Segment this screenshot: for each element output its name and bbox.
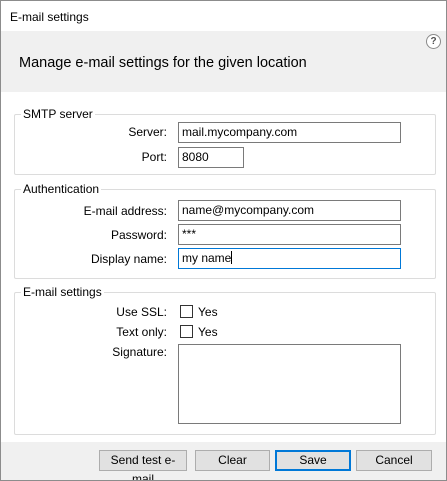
help-icon[interactable]: ? <box>426 34 441 49</box>
email-settings-legend: E-mail settings <box>21 285 104 299</box>
display-name-label: Display name: <box>90 252 167 266</box>
password-label: Password: <box>110 228 167 242</box>
text-only-checkbox[interactable] <box>180 325 193 338</box>
dialog-content: SMTP server Server: mail.mycompany.com P… <box>1 92 446 442</box>
cancel-button[interactable]: Cancel <box>356 450 432 471</box>
use-ssl-option-label[interactable]: Yes <box>198 305 218 319</box>
button-bar: Send test e-mail Clear Save Cancel <box>1 442 446 480</box>
send-test-email-button[interactable]: Send test e-mail <box>99 450 187 480</box>
display-name-value: my name <box>182 251 232 265</box>
save-button[interactable]: Save <box>275 450 351 471</box>
port-input[interactable]: 8080 <box>178 147 244 168</box>
server-label: Server: <box>128 125 167 139</box>
email-address-input[interactable]: name@mycompany.com <box>178 200 401 221</box>
display-name-input[interactable]: my name <box>178 248 401 269</box>
email-address-label: E-mail address: <box>83 204 167 218</box>
use-ssl-checkbox[interactable] <box>180 305 193 318</box>
email-settings-dialog: E-mail settings ? Manage e-mail settings… <box>0 0 447 481</box>
dialog-header: ? Manage e-mail settings for the given l… <box>1 31 446 92</box>
text-caret <box>231 251 233 264</box>
authentication-group: Authentication E-mail address: name@myco… <box>14 182 436 279</box>
server-input[interactable]: mail.mycompany.com <box>178 122 401 143</box>
signature-textarea[interactable] <box>178 344 401 424</box>
window-title: E-mail settings <box>10 10 89 24</box>
password-input[interactable]: *** <box>178 224 401 245</box>
page-title: Manage e-mail settings for the given loc… <box>19 55 307 71</box>
smtp-server-group: SMTP server Server: mail.mycompany.com P… <box>14 107 436 175</box>
text-only-label: Text only: <box>116 325 167 339</box>
email-settings-group: E-mail settings Use SSL: Yes Text only: … <box>14 285 436 435</box>
port-label: Port: <box>141 150 167 164</box>
title-bar: E-mail settings <box>1 1 446 31</box>
authentication-legend: Authentication <box>21 182 102 196</box>
clear-button[interactable]: Clear <box>195 450 270 471</box>
text-only-option-label[interactable]: Yes <box>198 325 218 339</box>
smtp-server-legend: SMTP server <box>21 107 95 121</box>
use-ssl-label: Use SSL: <box>116 305 167 319</box>
signature-label: Signature: <box>112 345 167 359</box>
